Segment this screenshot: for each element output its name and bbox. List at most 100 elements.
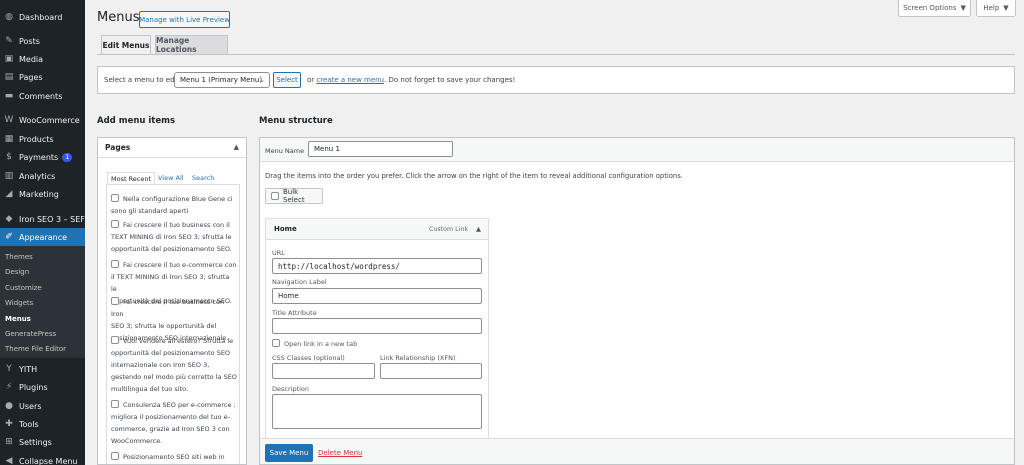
sidebar-item-settings[interactable]: ⊞ Settings — [0, 433, 85, 451]
pages-panel-header[interactable]: Pages ▲ — [98, 138, 246, 158]
menu-select[interactable]: Menu 1 (Primary Menu) ⌄ — [174, 72, 270, 88]
sidebar-item-products[interactable]: ▦ Products — [0, 130, 85, 148]
page-checkbox[interactable] — [111, 297, 119, 305]
create-new-menu-link[interactable]: create a new menu — [316, 76, 384, 84]
css-classes-input[interactable] — [272, 363, 375, 379]
analytics-icon: ▥ — [4, 171, 14, 181]
sidebar-item-yith[interactable]: Y YITH — [0, 360, 85, 378]
menu-item-header[interactable]: Home Custom Link ▲ — [266, 219, 488, 240]
products-icon: ▦ — [4, 134, 14, 144]
submenu-design[interactable]: Design — [5, 268, 29, 276]
submenu-themes[interactable]: Themes — [5, 253, 33, 261]
menu-name-row: Menu Name Menu 1 — [260, 138, 1014, 162]
sidebar-item-payments[interactable]: $ Payments 1 — [0, 148, 85, 166]
collapse-arrow-icon[interactable]: ▲ — [476, 225, 481, 233]
sidebar-item-posts[interactable]: ✎ Posts — [0, 32, 85, 50]
manage-live-preview-button[interactable]: Manage with Live Preview — [139, 11, 230, 28]
sidebar-item-iron-seo[interactable]: ◆ Iron SEO 3 – SEF — [0, 210, 85, 228]
sidebar-collapse-menu[interactable]: ◀ Collapse Menu — [0, 452, 85, 465]
create-menu-text: or create a new menu. Do not forget to s… — [307, 76, 516, 84]
list-item[interactable]: Vuoi vendere all'estero? Sfrutta le oppor… — [111, 335, 237, 395]
woocommerce-icon: W — [4, 115, 14, 125]
submenu-customize[interactable]: Customize — [5, 284, 42, 292]
list-item[interactable]: Nella configurazione Blue Gene ci sono gl… — [111, 193, 237, 217]
sidebar-item-woocommerce[interactable]: W WooCommerce — [0, 111, 85, 129]
pages-checklist: Nella configurazione Blue Gene ci sono gl… — [106, 184, 240, 464]
submenu-generatepress[interactable]: GeneratePress — [5, 330, 56, 338]
sidebar-item-marketing[interactable]: ◢ Marketing — [0, 185, 85, 203]
select-button[interactable]: Select — [273, 72, 301, 88]
page-checkbox[interactable] — [111, 220, 119, 228]
pages-panel-title: Pages — [105, 143, 131, 152]
list-item[interactable]: Posizionamento SEO siti web in — [111, 451, 237, 463]
navigation-label-label: Navigation Label — [272, 278, 327, 286]
seo-icon: ◆ — [5, 214, 13, 224]
menu-item-title: Home — [274, 225, 297, 233]
collapse-arrow-icon[interactable]: ▲ — [234, 143, 239, 151]
sidebar-item-dashboard[interactable]: ◍ Dashboard — [0, 8, 85, 26]
save-menu-button[interactable]: Save Menu — [265, 444, 313, 462]
page-checkbox[interactable] — [111, 336, 119, 344]
payments-icon: $ — [6, 152, 12, 162]
tab-view-all[interactable]: View All — [158, 174, 184, 182]
admin-sidebar: ◍ Dashboard ✎ Posts ▣ Media ▤ Pages ▬ Comment… — [0, 0, 85, 465]
description-label: Description — [272, 385, 310, 393]
sidebar-item-analytics[interactable]: ▥ Analytics — [0, 167, 85, 185]
menu-item-type: Custom Link — [428, 226, 468, 233]
title-attribute-input[interactable] — [272, 318, 482, 334]
xfn-label: Link Relationship (XFN) — [380, 354, 456, 362]
pages-panel: Pages ▲ Most Recent View All Search Nell… — [97, 137, 247, 465]
tab-edit-menus[interactable]: Edit Menus — [101, 35, 151, 54]
drag-hint-text: Drag the items into the order you prefer… — [265, 172, 683, 180]
sidebar-item-tools[interactable]: ✚ Tools — [0, 415, 85, 433]
list-item[interactable]: Consulenza SEO per e-commerce : migliora … — [111, 399, 237, 447]
settings-icon: ⊞ — [5, 437, 13, 447]
chevron-down-icon: ⌄ — [259, 76, 265, 84]
menu-name-label: Menu Name — [265, 147, 305, 155]
menu-structure-panel: Menu Name Menu 1 Drag the items into the… — [259, 137, 1015, 465]
users-icon: ● — [5, 401, 13, 411]
tools-icon: ✚ — [5, 419, 13, 429]
select-menu-label: Select a menu to edit: — [104, 76, 182, 84]
marketing-icon: ◢ — [5, 189, 13, 199]
open-new-tab-option[interactable]: Open link in a new tab — [272, 339, 357, 348]
xfn-input[interactable] — [380, 363, 482, 379]
screen-options-button[interactable]: Screen Options ▼ — [898, 0, 971, 17]
submenu-menus[interactable]: Menus — [5, 315, 31, 323]
page-checkbox[interactable] — [111, 452, 119, 460]
comments-icon: ▬ — [4, 91, 14, 101]
submenu-theme-file-editor[interactable]: Theme File Editor — [5, 345, 66, 353]
sidebar-item-pages[interactable]: ▤ Pages — [0, 68, 85, 86]
delete-menu-link[interactable]: Delete Menu — [318, 449, 362, 457]
collapse-icon: ◀ — [5, 456, 13, 465]
tab-search[interactable]: Search — [192, 174, 214, 182]
help-button[interactable]: Help ▼ — [976, 0, 1016, 17]
page-checkbox[interactable] — [111, 194, 119, 202]
sidebar-item-media[interactable]: ▣ Media — [0, 50, 85, 68]
tabs-divider — [97, 54, 1015, 55]
sidebar-item-comments[interactable]: ▬ Comments — [0, 87, 85, 105]
bulk-select-button[interactable]: Bulk Select — [265, 188, 323, 204]
description-textarea[interactable] — [272, 394, 482, 429]
tab-manage-locations[interactable]: Manage Locations — [155, 35, 228, 54]
select-menu-bar: Select a menu to edit: Menu 1 (Primary M… — [97, 66, 1015, 94]
menu-item-home: Home Custom Link ▲ URL http://localhost/… — [265, 218, 489, 448]
page-title: Menus — [97, 10, 140, 25]
navigation-label-input[interactable]: Home — [272, 288, 482, 304]
sidebar-item-plugins[interactable]: ⚡ Plugins — [0, 378, 85, 396]
open-new-tab-checkbox[interactable] — [272, 339, 280, 347]
page-checkbox[interactable] — [111, 260, 119, 268]
plugins-icon: ⚡ — [5, 382, 13, 392]
page-checkbox[interactable] — [111, 400, 119, 408]
list-item[interactable]: Fai crescere il tuo business con il TEXT … — [111, 219, 237, 255]
sidebar-item-appearance[interactable]: ✐ Appearance — [0, 228, 85, 246]
submenu-widgets[interactable]: Widgets — [5, 299, 33, 307]
url-label: URL — [272, 249, 285, 257]
pin-icon: ✎ — [5, 36, 13, 46]
menu-footer-bar: Save Menu Delete Menu — [260, 438, 1014, 464]
menu-name-input[interactable]: Menu 1 — [308, 141, 453, 157]
url-input[interactable]: http://localhost/wordpress/ — [272, 258, 482, 274]
css-classes-label: CSS Classes (optional) — [272, 354, 345, 362]
bulk-select-checkbox[interactable] — [271, 192, 279, 200]
sidebar-item-users[interactable]: ● Users — [0, 397, 85, 415]
